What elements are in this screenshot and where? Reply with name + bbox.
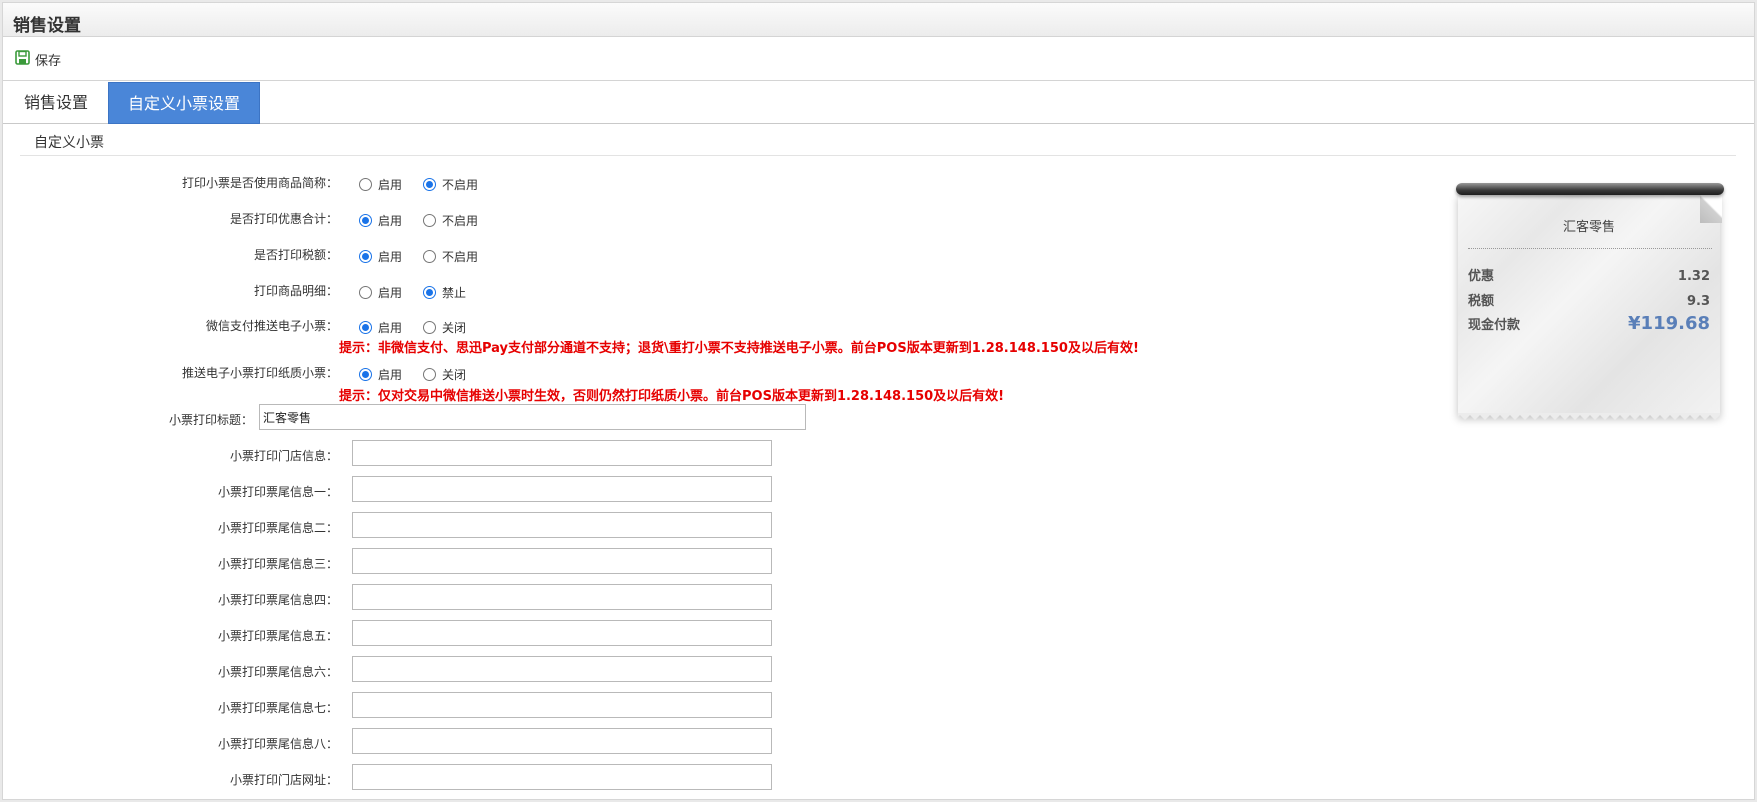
radio-group-use-short-name: 启用 不启用 xyxy=(359,176,499,193)
footer-info-7-input[interactable] xyxy=(352,692,772,718)
store-info-input[interactable] xyxy=(352,440,772,466)
option-label: 启用 xyxy=(378,178,403,192)
label-footer-info-7: 小票打印票尾信息七： xyxy=(217,701,338,715)
title-bar: 销售设置 xyxy=(3,3,1754,37)
option-label: 禁止 xyxy=(442,286,467,300)
receipt-divider xyxy=(1468,248,1712,249)
radio-close[interactable] xyxy=(423,321,437,334)
tab-custom-receipt-settings[interactable]: 自定义小票设置 xyxy=(108,82,260,124)
receipt-row-value: 9.3 xyxy=(1686,294,1710,309)
option-label: 启用 xyxy=(378,286,403,300)
receipt-preview-title: 汇客零售 xyxy=(1562,220,1615,235)
option-label: 启用 xyxy=(378,214,403,228)
floppy-disk-icon xyxy=(15,50,30,68)
radio-enable[interactable] xyxy=(359,214,372,227)
footer-info-5-input[interactable] xyxy=(352,620,772,646)
radio-disable[interactable] xyxy=(423,250,437,263)
receipt-torn-edge xyxy=(1458,413,1720,420)
option-label: 关闭 xyxy=(442,368,467,382)
section-divider xyxy=(20,155,1736,156)
label-footer-info-3: 小票打印票尾信息三： xyxy=(217,557,338,571)
footer-info-4-input[interactable] xyxy=(352,584,772,610)
label-wechat-push-receipt: 微信支付推送电子小票： xyxy=(205,319,338,333)
label-footer-info-2: 小票打印票尾信息二： xyxy=(217,521,338,535)
label-store-url: 小票打印门店网址： xyxy=(229,773,338,787)
toolbar: 保存 xyxy=(3,38,1754,81)
receipt-row-discount: 优惠 1.32 xyxy=(1468,265,1710,284)
receipt-title-input[interactable] xyxy=(259,404,806,430)
section-title: 自定义小票 xyxy=(34,135,104,151)
option-label: 不启用 xyxy=(442,178,479,192)
radio-disable[interactable] xyxy=(423,178,437,191)
label-use-short-name: 打印小票是否使用商品简称： xyxy=(181,176,338,190)
label-push-print-paper: 推送电子小票打印纸质小票： xyxy=(181,366,338,380)
radio-enable[interactable] xyxy=(359,286,372,299)
receipt-row-key: 现金付款 xyxy=(1468,318,1521,333)
radio-close[interactable] xyxy=(423,368,437,381)
settings-window: 销售设置 保存 销售设置 自定义小票设置 自定义小票 打印小票是否使用商品简称：… xyxy=(2,2,1755,800)
label-footer-info-4: 小票打印票尾信息四： xyxy=(217,593,338,607)
radio-group-print-discount-total: 启用 不启用 xyxy=(359,212,499,229)
receipt-preview: 汇客零售 优惠 1.32 税额 9.3 现金付款 ¥119.68 xyxy=(1454,181,1726,433)
radio-enable[interactable] xyxy=(359,250,372,263)
hint-paper-print: 提示：仅对交易中微信推送小票时生效，否则仍然打印纸质小票。前台POS版本更新到1… xyxy=(339,389,1005,404)
receipt-row-cash-payment: 现金付款 ¥119.68 xyxy=(1468,313,1710,334)
label-receipt-title: 小票打印标题： xyxy=(168,413,253,427)
radio-group-wechat-push-receipt: 启用 关闭 xyxy=(359,319,487,336)
hint-wechat-push: 提示：非微信支付、思迅Pay支付部分通道不支持；退货\重打小票不支持推送电子小票… xyxy=(339,341,1139,356)
store-url-input[interactable] xyxy=(352,764,772,790)
receipt-row-key: 优惠 xyxy=(1468,269,1495,284)
page-title: 销售设置 xyxy=(13,16,81,36)
receipt-row-key: 税额 xyxy=(1468,294,1495,309)
radio-enable[interactable] xyxy=(359,321,372,334)
footer-info-2-input[interactable] xyxy=(352,512,772,538)
option-label: 启用 xyxy=(378,321,403,335)
radio-group-push-print-paper: 启用 关闭 xyxy=(359,366,487,383)
label-footer-info-1: 小票打印票尾信息一： xyxy=(217,485,338,499)
save-button-label: 保存 xyxy=(35,53,62,69)
label-footer-info-6: 小票打印票尾信息六： xyxy=(217,665,338,679)
radio-forbid[interactable] xyxy=(423,286,437,299)
footer-info-8-input[interactable] xyxy=(352,728,772,754)
option-label: 不启用 xyxy=(442,214,479,228)
radio-enable[interactable] xyxy=(359,368,372,381)
label-store-info: 小票打印门店信息： xyxy=(229,449,338,463)
option-label: 不启用 xyxy=(442,250,479,264)
option-label: 启用 xyxy=(378,250,403,264)
receipt-total-amount: ¥119.68 xyxy=(1628,313,1710,334)
save-button[interactable]: 保存 xyxy=(15,49,61,69)
receipt-row-value: 1.32 xyxy=(1677,269,1710,284)
label-print-tax: 是否打印税额： xyxy=(253,248,338,262)
tab-sales-settings[interactable]: 销售设置 xyxy=(5,82,107,124)
tab-bar: 销售设置 自定义小票设置 xyxy=(3,82,1754,124)
footer-info-6-input[interactable] xyxy=(352,656,772,682)
label-footer-info-5: 小票打印票尾信息五： xyxy=(217,629,338,643)
option-label: 关闭 xyxy=(442,321,467,335)
receipt-row-tax: 税额 9.3 xyxy=(1468,290,1710,309)
radio-group-print-tax: 启用 不启用 xyxy=(359,248,499,265)
receipt-roll xyxy=(1456,183,1724,195)
radio-enable[interactable] xyxy=(359,178,372,191)
label-print-item-details: 打印商品明细： xyxy=(253,284,338,298)
option-label: 启用 xyxy=(378,368,403,382)
footer-info-1-input[interactable] xyxy=(352,476,772,502)
label-footer-info-8: 小票打印票尾信息八： xyxy=(217,737,338,751)
label-print-discount-total: 是否打印优惠合计： xyxy=(229,212,338,226)
radio-disable[interactable] xyxy=(423,214,437,227)
footer-info-3-input[interactable] xyxy=(352,548,772,574)
radio-group-print-item-details: 启用 禁止 xyxy=(359,284,487,301)
